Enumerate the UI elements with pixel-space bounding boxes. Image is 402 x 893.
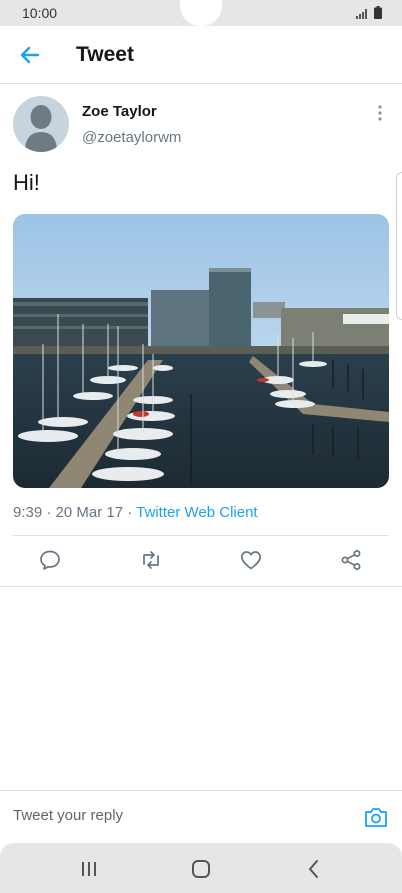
page-title: Tweet [76, 43, 134, 66]
edge-panel-handle[interactable] [396, 172, 402, 320]
avatar[interactable] [13, 96, 69, 152]
tweet-actions [13, 544, 389, 578]
signal-icon [356, 9, 367, 19]
meta-separator: · [46, 504, 52, 521]
more-vertical-icon[interactable] [372, 104, 388, 122]
arrow-left-icon[interactable] [16, 41, 44, 69]
status-time: 10:00 [22, 5, 58, 21]
app-header: Tweet [0, 26, 402, 84]
harbor-photo [13, 214, 389, 488]
recent-apps-icon[interactable] [77, 858, 101, 880]
meta-separator: · [127, 504, 133, 521]
battery-icon [374, 6, 382, 19]
camera-icon[interactable] [364, 806, 388, 828]
reply-bar [0, 790, 402, 838]
tweet-date: 20 Mar 17 [55, 504, 124, 521]
tweet-client-link[interactable]: Twitter Web Client [136, 504, 257, 521]
back-nav-icon[interactable] [302, 858, 326, 880]
camera-notch [180, 0, 222, 26]
home-icon[interactable] [189, 858, 213, 880]
heart-icon[interactable] [239, 548, 263, 572]
divider [0, 586, 402, 587]
share-icon[interactable] [339, 548, 363, 572]
retweet-icon[interactable] [139, 548, 163, 572]
tweet-photo[interactable] [13, 214, 389, 488]
default-avatar-icon [25, 105, 57, 152]
divider [13, 535, 389, 536]
status-bar: 10:00 [0, 0, 402, 26]
status-icons [356, 6, 382, 19]
reply-input[interactable] [13, 799, 343, 831]
author-name[interactable]: Zoe Taylor [82, 103, 157, 120]
author-handle[interactable]: @zoetaylorwm [82, 129, 181, 146]
tweet-text: Hi! [13, 170, 40, 195]
system-nav-bar [0, 843, 402, 893]
reply-icon[interactable] [38, 548, 62, 572]
tweet-time: 9:39 [13, 504, 43, 521]
tweet-meta: 9:39 · 20 Mar 17 · Twitter Web Client [13, 504, 258, 521]
